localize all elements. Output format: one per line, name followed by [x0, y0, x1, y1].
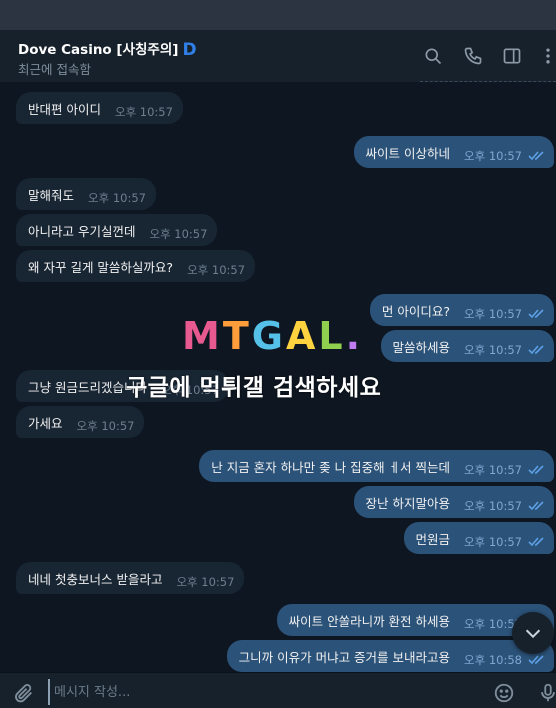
- double-check-icon: [528, 654, 546, 666]
- message-text: 그니까 이유가 머냐고 증거를 보내라고용: [238, 649, 451, 665]
- message-outgoing[interactable]: 먼 아이디요? 오후 10:57: [369, 294, 554, 326]
- phone-icon: [464, 47, 482, 65]
- message-time: 오후 10:57: [149, 227, 208, 241]
- sidebar-toggle-button[interactable]: [502, 46, 522, 66]
- message-text: 먼 아이디요?: [381, 303, 451, 319]
- message-text: 장난 하지말아용: [365, 495, 451, 511]
- message-text: 말해줘도: [28, 187, 75, 203]
- message-text: 왜 자꾸 길게 말씀하실까요?: [28, 259, 174, 275]
- double-check-icon: [528, 308, 546, 320]
- watermark-logo-letter: L: [318, 314, 346, 358]
- watermark-logo-letter: .: [345, 314, 364, 358]
- message-time: 오후 10:57: [76, 419, 135, 433]
- window-top-strip: [0, 0, 556, 30]
- chat-title[interactable]: Dove Casino [사칭주의] D: [18, 38, 197, 60]
- message-time: 오후 10:57: [464, 535, 522, 549]
- more-button[interactable]: [538, 46, 556, 66]
- chat-header: Dove Casino [사칭주의] D 최근에 접속함: [0, 30, 556, 82]
- message-text: 먼원금: [415, 531, 451, 547]
- sidebar-toggle-icon: [503, 48, 521, 64]
- message-outgoing[interactable]: 그니까 이유가 머냐고 증거를 보내라고용 오후 10:58: [226, 640, 554, 672]
- more-vertical-icon: [546, 48, 550, 64]
- message-text: 난 지금 혼자 하나만 좆 나 집중해 ㅔ서 찍는데: [211, 459, 451, 475]
- message-time: 오후 10:57: [464, 343, 522, 357]
- message-time: 오후 10:57: [464, 463, 522, 477]
- message-incoming[interactable]: 아니라고 우기실껀데 오후 10:57: [16, 214, 218, 246]
- message-outgoing[interactable]: 장난 하지말아용 오후 10:57: [353, 486, 554, 518]
- message-incoming[interactable]: 네네 첫충보너스 받을라고 오후 10:57: [16, 562, 245, 594]
- message-outgoing[interactable]: 난 지금 혼자 하나만 좆 나 집중해 ㅔ서 찍는데 오후 10:57: [199, 450, 554, 482]
- message-text: 싸이트 안쏠라니까 환전 하세용: [288, 613, 451, 629]
- message-time: 오후 10:57: [88, 191, 146, 205]
- message-text: 가세요: [28, 415, 63, 431]
- double-check-icon: [528, 464, 546, 476]
- double-check-icon: [528, 536, 546, 548]
- emoji-button[interactable]: [493, 682, 515, 704]
- message-time: 오후 10:57: [464, 307, 522, 321]
- message-outgoing[interactable]: 말씀하세용 오후 10:57: [380, 330, 554, 362]
- call-button[interactable]: [463, 46, 483, 66]
- microphone-icon: [541, 683, 555, 702]
- message-incoming[interactable]: 가세요 오후 10:57: [16, 406, 145, 438]
- message-time: 오후 10:57: [187, 263, 246, 277]
- message-time: 오후 10:57: [464, 149, 522, 163]
- attach-button[interactable]: [13, 682, 35, 704]
- message-time: 오후 10:57: [464, 499, 522, 513]
- message-outgoing[interactable]: 싸이트 이상하네 오후 10:57: [353, 136, 554, 168]
- message-time: 오후 10:57: [176, 575, 235, 589]
- watermark-logo-letter: A: [285, 314, 319, 358]
- message-composer: [0, 672, 556, 708]
- chevron-down-icon: [525, 629, 541, 639]
- paperclip-icon: [15, 684, 32, 703]
- message-incoming[interactable]: 반대편 아이디 오후 10:57: [16, 92, 183, 124]
- watermark-text: 구글에 먹튀갤 검색하세요: [126, 375, 382, 401]
- watermark-logo-letter: T: [222, 314, 252, 358]
- chat-status: 최근에 접속함: [18, 62, 91, 77]
- chat-title-text: Dove Casino [사칭주의]: [18, 42, 179, 58]
- message-text: 반대편 아이디: [28, 101, 101, 117]
- message-outgoing[interactable]: 먼원금 오후 10:57: [403, 522, 554, 554]
- verified-badge: D: [182, 40, 197, 60]
- watermark-logo-letter: M: [182, 314, 223, 358]
- message-time: 오후 10:58: [464, 653, 522, 667]
- message-text: 싸이트 이상하네: [365, 145, 451, 161]
- message-text: 아니라고 우기실껀데: [28, 223, 136, 239]
- double-check-icon: [528, 500, 546, 512]
- scroll-to-bottom-button[interactable]: [512, 612, 554, 654]
- watermark-logo-letter: G: [251, 314, 286, 358]
- message-time: 오후 10:57: [114, 105, 173, 119]
- double-check-icon: [528, 150, 546, 162]
- voice-record-button[interactable]: [537, 682, 556, 704]
- message-input[interactable]: [48, 679, 468, 705]
- message-text: 말씀하세용: [392, 339, 451, 355]
- search-button[interactable]: [423, 46, 443, 66]
- message-text: 네네 첫충보너스 받을라고: [28, 571, 163, 587]
- message-incoming[interactable]: 말해줘도 오후 10:57: [16, 178, 156, 210]
- emoji-icon: [494, 683, 514, 703]
- watermark-logo: MTGAL.: [182, 314, 363, 358]
- message-incoming[interactable]: 왜 자꾸 길게 말씀하실까요? 오후 10:57: [16, 250, 256, 282]
- double-check-icon: [528, 344, 546, 356]
- search-icon: [425, 48, 442, 65]
